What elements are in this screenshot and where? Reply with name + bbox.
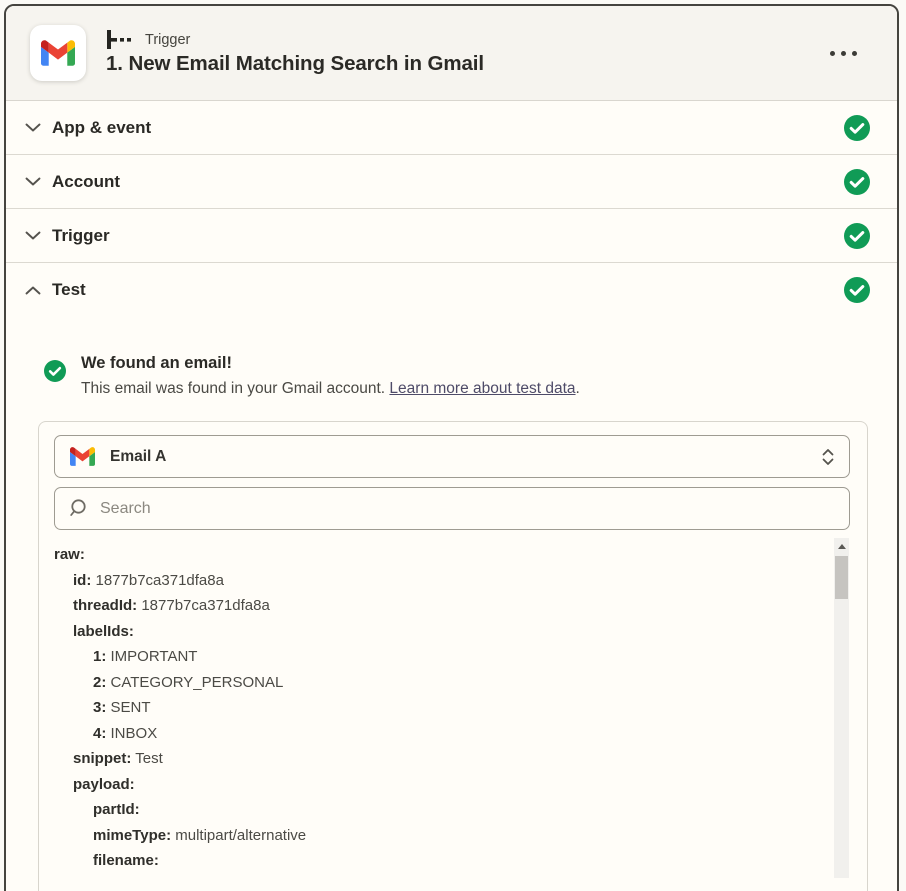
tree-value: INBOX	[111, 725, 158, 742]
section-row[interactable]: App & event	[6, 101, 897, 155]
step-kind-label: Trigger	[145, 32, 190, 48]
chevron-down-icon	[24, 227, 42, 245]
chevron-down-icon	[24, 173, 42, 191]
tree-key: threadId:	[73, 597, 137, 614]
header-text: Trigger 1. New Email Matching Search in …	[106, 30, 828, 76]
section-label: App & event	[52, 118, 151, 138]
app-badge	[30, 25, 86, 81]
scrollbar[interactable]	[834, 538, 849, 878]
result-subtext: This email was found in your Gmail accou…	[81, 380, 580, 398]
tree-key: snippet:	[73, 750, 131, 767]
tree-row: raw:	[54, 542, 816, 568]
check-circle-icon	[844, 115, 870, 141]
tree-value: 1877b7ca371dfa8a	[141, 597, 269, 614]
tree-key: 1:	[93, 648, 106, 665]
tree-row: payload:	[54, 772, 816, 798]
tree-key: id:	[73, 572, 91, 589]
tree-value: SENT	[111, 699, 151, 716]
tree-key: filename:	[93, 852, 159, 869]
tree-value: CATEGORY_PERSONAL	[111, 674, 284, 691]
tree-key: 3:	[93, 699, 106, 716]
magnifier-icon	[69, 498, 90, 519]
test-result: We found an email! This email was found …	[44, 354, 897, 398]
email-data-tree: raw: id: 1877b7ca371dfa8a threadId: 1877…	[54, 538, 850, 878]
test-section-content: We found an email! This email was found …	[6, 354, 897, 891]
tree-key: headers:	[93, 878, 156, 879]
check-circle-icon	[44, 360, 66, 382]
step-card: Trigger 1. New Email Matching Search in …	[4, 4, 899, 891]
search-input[interactable]	[100, 500, 835, 518]
section-row[interactable]: Trigger	[6, 209, 897, 263]
tree-key: partId:	[93, 801, 140, 818]
tree-row: filename:	[54, 848, 816, 874]
tree-row: 3: SENT	[54, 695, 816, 721]
tree-row: snippet: Test	[54, 746, 816, 772]
check-circle-icon	[844, 223, 870, 249]
record-selector[interactable]: Email A	[54, 435, 850, 478]
test-data-panel: Email A	[38, 421, 868, 891]
tree-row: partId:	[54, 797, 816, 823]
tree-value: multipart/alternative	[175, 827, 306, 844]
result-texts: We found an email! This email was found …	[81, 354, 580, 398]
tree-value: IMPORTANT	[111, 648, 198, 665]
check-circle-icon	[844, 169, 870, 195]
step-kind: Trigger	[106, 30, 828, 49]
tree-key: payload:	[73, 776, 135, 793]
gmail-icon	[41, 40, 75, 66]
tree-key: raw:	[54, 546, 85, 563]
tree-row: headers:	[54, 874, 816, 879]
trigger-glyph-icon	[106, 30, 136, 49]
tree-key: 4:	[93, 725, 106, 742]
learn-more-link[interactable]: Learn more about test data	[389, 380, 575, 397]
chevron-down-icon	[24, 119, 42, 137]
tree-row: 4: INBOX	[54, 721, 816, 747]
result-title: We found an email!	[81, 354, 580, 373]
tree-row: 2: CATEGORY_PERSONAL	[54, 670, 816, 696]
sections: App & event Account Trigger	[6, 101, 897, 317]
section-label: Account	[52, 172, 120, 192]
step-title: 1. New Email Matching Search in Gmail	[106, 52, 828, 76]
check-circle-icon	[844, 277, 870, 303]
more-menu-button[interactable]	[828, 45, 859, 62]
tree-key: mimeType:	[93, 827, 171, 844]
section-label: Test	[52, 280, 86, 300]
tree-row: 1: IMPORTANT	[54, 644, 816, 670]
record-selector-value: Email A	[110, 448, 166, 466]
tree-key: 2:	[93, 674, 106, 691]
tree-row: threadId: 1877b7ca371dfa8a	[54, 593, 816, 619]
chevron-down-icon	[24, 281, 42, 299]
section-label: Trigger	[52, 226, 110, 246]
scrollbar-thumb[interactable]	[835, 556, 848, 599]
tree-row: labelIds:	[54, 619, 816, 645]
tree-key: labelIds:	[73, 623, 134, 640]
tree-value: Test	[135, 750, 163, 767]
up-down-chevron-icon	[821, 448, 835, 466]
tree-rows: raw: id: 1877b7ca371dfa8a threadId: 1877…	[54, 542, 816, 878]
step-header: Trigger 1. New Email Matching Search in …	[6, 6, 897, 101]
tree-row: mimeType: multipart/alternative	[54, 823, 816, 849]
search-box	[54, 487, 850, 530]
tree-value: 1877b7ca371dfa8a	[96, 572, 224, 589]
section-row[interactable]: Account	[6, 155, 897, 209]
tree-row: id: 1877b7ca371dfa8a	[54, 568, 816, 594]
scroll-up-arrow-icon[interactable]	[834, 538, 849, 554]
section-row[interactable]: Test	[6, 263, 897, 317]
ellipsis-icon	[830, 51, 835, 56]
gmail-icon	[70, 447, 95, 466]
